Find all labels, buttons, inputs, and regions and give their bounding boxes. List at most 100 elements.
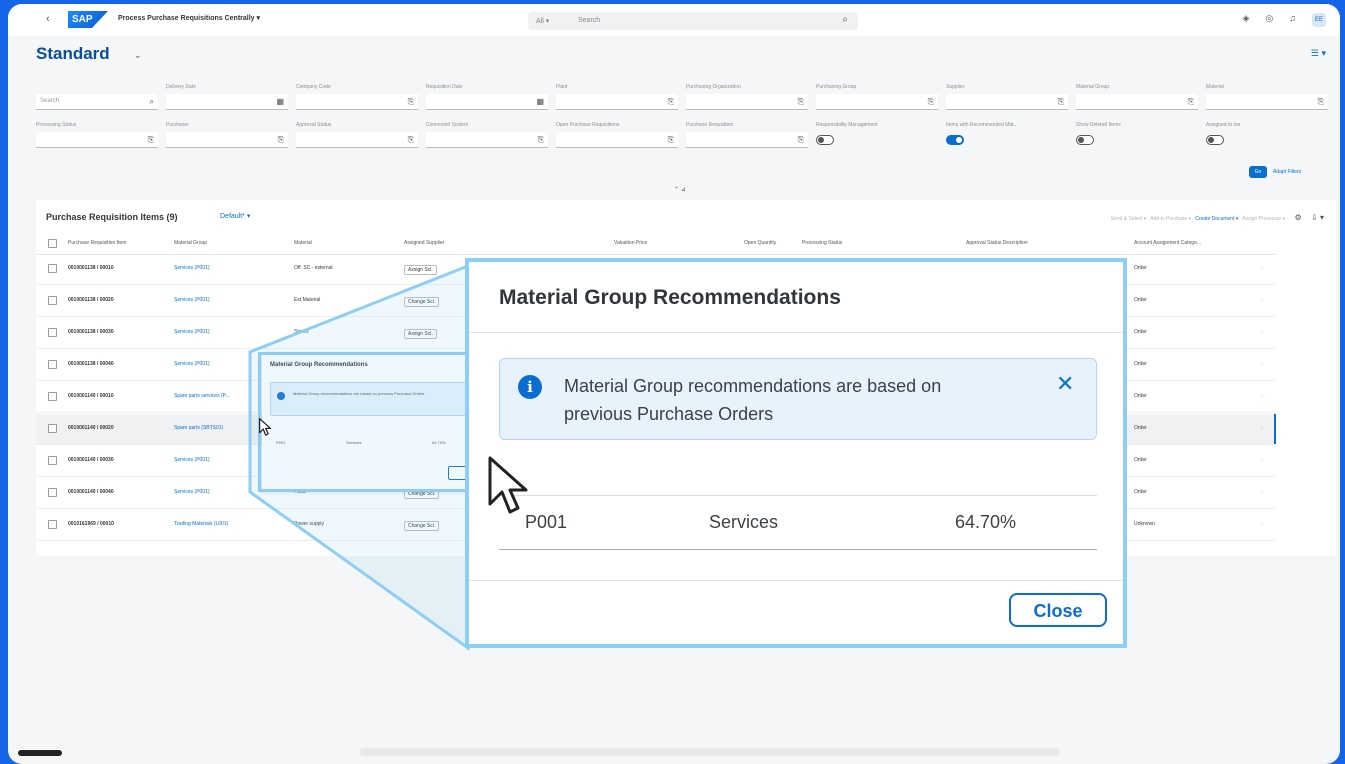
value-help-icon[interactable]: ⎘ — [928, 94, 934, 109]
column-header[interactable]: Processing Status — [802, 240, 842, 246]
calendar-icon[interactable]: ▦ — [276, 94, 284, 109]
chevron-right-icon[interactable]: › — [1261, 297, 1263, 303]
material-group-link[interactable]: Services (P001) — [174, 457, 210, 463]
table-variant-selector[interactable]: Default* ▾ — [220, 212, 250, 220]
column-header[interactable]: Material — [294, 240, 312, 246]
value-help-icon[interactable]: ⎘ — [1058, 94, 1064, 109]
layout-settings-icon[interactable]: ☰ ▾ — [1311, 48, 1326, 59]
search-input[interactable]: Search — [578, 17, 600, 24]
row-checkbox[interactable] — [48, 264, 57, 273]
scrollbar[interactable] — [360, 748, 1060, 756]
settings-icon[interactable]: ⚙ — [1294, 213, 1301, 222]
supplier-action-button[interactable]: Change Sci. — [404, 297, 440, 307]
notifications-icon[interactable]: ♫ — [1289, 13, 1312, 23]
column-header[interactable]: Purchase Requisition Item — [68, 240, 126, 246]
column-header[interactable]: Open Quantity — [744, 240, 776, 246]
supplier-action-button[interactable]: Change Sci. — [404, 521, 440, 531]
app-title[interactable]: Process Purchase Requisitions Centrally … — [118, 14, 260, 22]
material-group-link[interactable]: Services (P001) — [174, 297, 210, 303]
chevron-right-icon[interactable]: › — [1261, 425, 1263, 431]
value-help-icon[interactable]: ⎘ — [668, 94, 674, 109]
joule-icon[interactable]: ◈ — [1242, 13, 1265, 23]
value-help-icon[interactable]: ⎘ — [1188, 94, 1194, 109]
row-checkbox[interactable] — [48, 392, 57, 401]
calendar-icon[interactable]: ▦ — [536, 94, 544, 109]
global-search[interactable]: All ▾ Search ⌕ — [528, 12, 858, 30]
chevron-right-icon[interactable]: › — [1261, 361, 1263, 367]
help-icon[interactable]: ◎ — [1265, 13, 1289, 23]
value-help-icon[interactable]: ⎘ — [408, 132, 414, 147]
chevron-right-icon[interactable]: › — [1261, 489, 1263, 495]
create-document-button[interactable]: Create Document ▾ — [1195, 216, 1238, 222]
material-group-link[interactable]: Services (P001) — [174, 265, 210, 271]
row-checkbox[interactable] — [48, 520, 57, 529]
material-group-link[interactable]: Spare parts (SBTS01) — [174, 425, 223, 431]
row-checkbox[interactable] — [48, 456, 57, 465]
filter-input[interactable]: ⎘ — [816, 94, 938, 110]
filter-input[interactable]: ⎘ — [166, 132, 288, 148]
filter-input[interactable]: ⎘ — [686, 132, 808, 148]
add-to-purchase-button[interactable]: Add to Purchase ▾ — [1150, 216, 1191, 222]
value-help-icon[interactable]: ⎘ — [408, 94, 414, 109]
row-checkbox[interactable] — [48, 488, 57, 497]
value-help-icon[interactable]: ⎘ — [798, 94, 804, 109]
material-group-link[interactable]: Services (P001) — [174, 361, 210, 367]
chevron-right-icon[interactable]: › — [1261, 393, 1263, 399]
chevron-down-icon[interactable]: ⌄ — [134, 50, 142, 61]
row-checkbox[interactable] — [48, 424, 57, 433]
material-group-link[interactable]: Spare parts services (P... — [174, 393, 230, 399]
filter-input[interactable]: ⎘ — [296, 94, 418, 110]
recommendation-row[interactable]: P001 Services 64.70% — [499, 495, 1097, 550]
value-help-icon[interactable]: ⎘ — [538, 132, 544, 147]
filter-input[interactable]: Search ⌕ — [36, 94, 158, 110]
search-icon[interactable]: ⌕ — [150, 94, 154, 109]
avatar[interactable]: EE — [1312, 13, 1326, 27]
value-help-icon[interactable]: ⎘ — [668, 132, 674, 147]
row-checkbox[interactable] — [48, 360, 57, 369]
search-icon[interactable]: ⌕ — [842, 14, 848, 25]
value-help-icon[interactable]: ⎘ — [278, 132, 284, 147]
value-help-icon[interactable]: ⎘ — [148, 132, 154, 147]
back-icon[interactable]: ‹ — [46, 13, 50, 25]
filter-input[interactable]: ▦ — [166, 94, 288, 110]
row-checkbox[interactable] — [48, 296, 57, 305]
material-group-link[interactable]: Trading Materials (L001) — [174, 521, 228, 527]
send-select-button[interactable]: Send & Select ▾ — [1111, 216, 1147, 222]
close-button[interactable]: Close — [1009, 593, 1107, 627]
filter-toggle[interactable] — [1206, 135, 1224, 145]
filter-toggle[interactable] — [1076, 135, 1094, 145]
column-header[interactable]: Material Group — [174, 240, 207, 246]
collapse-header-icon[interactable]: ⌃ ⊿ — [674, 186, 686, 193]
page-variant-title[interactable]: Standard — [36, 44, 110, 64]
filter-input[interactable]: ⎘ — [1206, 94, 1328, 110]
filter-toggle[interactable] — [946, 135, 964, 145]
chevron-right-icon[interactable]: › — [1261, 521, 1263, 527]
filter-input[interactable]: ⎘ — [686, 94, 808, 110]
select-all-checkbox[interactable] — [48, 239, 57, 248]
supplier-action-button[interactable]: Assign Sci. — [404, 265, 437, 275]
sap-logo[interactable]: SAP — [68, 11, 108, 28]
column-header[interactable]: Account Assignment Catego... — [1134, 240, 1201, 246]
chevron-right-icon[interactable]: › — [1261, 329, 1263, 335]
assign-processor-button[interactable]: Assign Processor ▾ — [1242, 216, 1285, 222]
value-help-icon[interactable]: ⎘ — [1318, 94, 1324, 109]
filter-input[interactable]: ⎘ — [296, 132, 418, 148]
filter-input[interactable]: ⎘ — [1076, 94, 1198, 110]
chevron-right-icon[interactable]: › — [1261, 265, 1263, 271]
column-header[interactable]: Assigned Supplier — [404, 240, 444, 246]
column-header[interactable]: Valuation Price — [614, 240, 647, 246]
close-icon[interactable]: ✕ — [1056, 371, 1074, 397]
filter-toggle[interactable] — [816, 135, 834, 145]
supplier-action-button[interactable]: Assign Sci. — [404, 329, 437, 339]
filter-input[interactable]: ⎘ — [556, 94, 678, 110]
material-group-link[interactable]: Services (P001) — [174, 489, 210, 495]
filter-input[interactable]: ⎘ — [426, 132, 548, 148]
column-header[interactable]: Approval Status Description — [966, 240, 1028, 246]
value-help-icon[interactable]: ⎘ — [798, 132, 804, 147]
row-checkbox[interactable] — [48, 328, 57, 337]
filter-input[interactable]: ▦ — [426, 94, 548, 110]
export-icon[interactable]: ⇩ ▾ — [1311, 213, 1324, 222]
material-group-link[interactable]: Services (P001) — [174, 329, 210, 335]
filter-input[interactable]: ⎘ — [556, 132, 678, 148]
chevron-right-icon[interactable]: › — [1261, 457, 1263, 463]
